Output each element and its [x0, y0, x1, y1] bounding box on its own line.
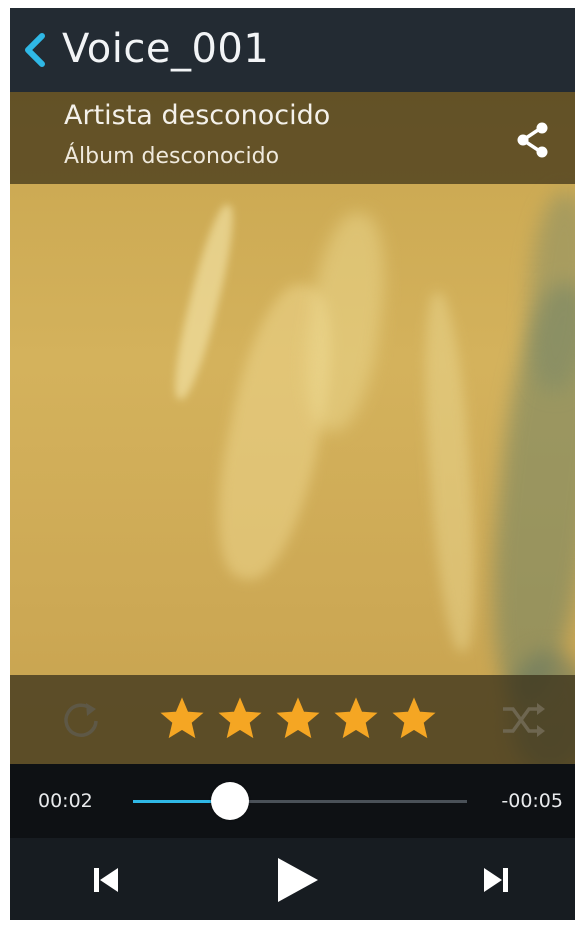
remaining-time: -00:05	[501, 790, 563, 812]
share-button[interactable]	[513, 120, 553, 160]
star-rating	[160, 697, 436, 741]
star-icon[interactable]	[392, 697, 436, 741]
repeat-icon	[64, 703, 98, 737]
next-button[interactable]	[478, 862, 514, 898]
star-icon[interactable]	[218, 697, 262, 741]
seek-track[interactable]	[133, 782, 467, 820]
seek-thumb[interactable]	[210, 782, 249, 820]
header-bar: Voice_001	[10, 8, 575, 92]
star-icon[interactable]	[334, 697, 378, 741]
repeat-button[interactable]	[58, 697, 104, 743]
back-button[interactable]	[20, 28, 52, 72]
play-button[interactable]	[272, 854, 322, 906]
chevron-left-icon	[25, 33, 45, 67]
shuffle-button[interactable]	[499, 697, 547, 743]
skip-next-icon	[484, 868, 508, 892]
shuffle-icon	[503, 703, 545, 737]
track-info-bar: Artista desconocido Álbum desconocido	[10, 92, 575, 184]
page-title: Voice_001	[62, 26, 270, 72]
skip-previous-icon	[94, 868, 118, 892]
previous-button[interactable]	[88, 862, 124, 898]
share-icon	[517, 122, 548, 158]
album-art: Artista desconocido Álbum desconocido	[10, 92, 575, 764]
star-icon[interactable]	[276, 697, 320, 741]
play-icon	[278, 858, 318, 902]
artist-name: Artista desconocido	[64, 100, 331, 131]
progress-bar-row: 00:02 -00:05	[10, 764, 575, 838]
album-name: Álbum desconocido	[64, 144, 280, 169]
playback-controls	[10, 838, 575, 920]
elapsed-time: 00:02	[38, 790, 93, 812]
star-icon[interactable]	[160, 697, 204, 741]
rating-bar	[10, 675, 575, 764]
music-player-screen: Voice_001 Artista desconocido Álbum desc…	[10, 8, 575, 920]
